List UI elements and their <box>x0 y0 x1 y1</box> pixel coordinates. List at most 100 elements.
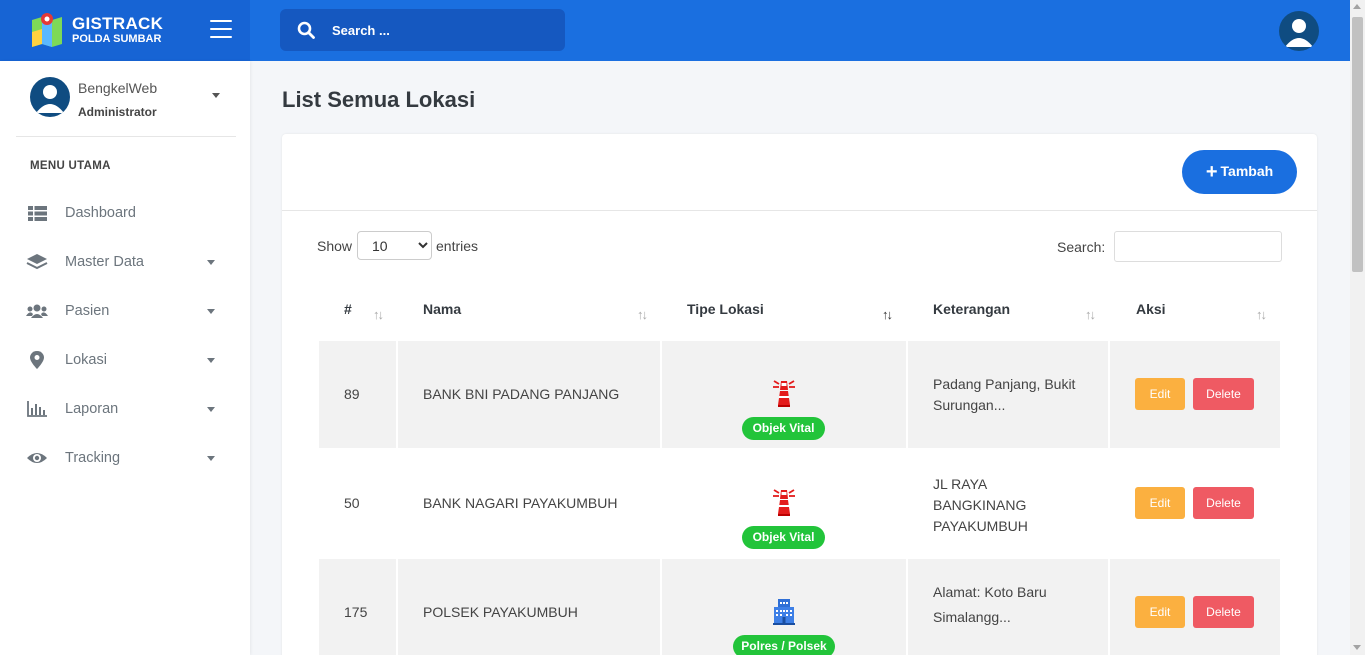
table-row: 175 POLSEK PAYAKUMBUH Polres / Polsek Al… <box>319 559 1280 655</box>
cell-nama: BANK BNI PADANG PANJANG <box>398 341 660 448</box>
user-avatar-icon <box>30 77 70 117</box>
description-line: Surungan... <box>933 397 1006 413</box>
add-button-label: Tambah <box>1220 162 1274 179</box>
description-line: PAYAKUMBUH <box>933 518 1028 534</box>
brand-title: GISTRACK <box>72 14 164 33</box>
users-icon <box>26 304 48 318</box>
card-header: + Tambah <box>282 134 1317 211</box>
column-header-keterangan[interactable]: Keterangan <box>933 301 1010 317</box>
table-search-input[interactable] <box>1114 231 1282 262</box>
sidebar-item-tracking[interactable]: Tracking <box>0 438 250 478</box>
sort-icon[interactable]: ↑↓ <box>637 307 648 322</box>
sidebar-item-label: Dashboard <box>65 205 136 221</box>
caret-down-icon <box>207 407 215 412</box>
scroll-up-icon[interactable] <box>1353 4 1361 9</box>
edit-button[interactable]: Edit <box>1135 487 1185 519</box>
sidebar-item-master-data[interactable]: Master Data <box>0 242 250 282</box>
layers-icon <box>26 254 48 270</box>
row-number: 175 <box>344 604 368 620</box>
description-line: Alamat: Koto Baru <box>933 584 1047 600</box>
scrollbar-thumb[interactable] <box>1352 17 1363 272</box>
location-type-badge: Objek Vital <box>742 417 825 440</box>
delete-button[interactable]: Delete <box>1193 596 1254 628</box>
sort-asc-icon[interactable]: ↑↓ <box>882 307 893 322</box>
top-navbar: GISTRACK POLDA SUMBAR <box>0 0 1350 61</box>
sort-icon[interactable]: ↑↓ <box>1256 307 1267 322</box>
sidebar: BengkelWeb Administrator MENU UTAMA Dash… <box>0 61 250 655</box>
caret-down-icon <box>207 456 215 461</box>
map-logo-icon <box>32 13 62 47</box>
caret-down-icon <box>207 309 215 314</box>
cell-keterangan: Padang Panjang, Bukit Surungan... <box>908 341 1108 448</box>
location-name: BANK BNI PADANG PANJANG <box>423 386 620 402</box>
table-icon <box>28 206 47 221</box>
cell-number: 50 <box>319 450 396 557</box>
cell-tipe: Objek Vital <box>662 341 906 448</box>
menu-toggle-icon[interactable] <box>210 20 232 38</box>
row-number: 89 <box>344 386 360 402</box>
add-location-button[interactable]: + Tambah <box>1182 150 1297 194</box>
column-header-number[interactable]: # <box>344 301 352 317</box>
user-panel[interactable]: BengkelWeb Administrator <box>16 61 236 137</box>
location-type-badge: Objek Vital <box>742 526 825 549</box>
cell-aksi: Edit Delete <box>1110 450 1280 557</box>
location-type-badge: Polres / Polsek <box>733 635 835 655</box>
entries-label: entries <box>436 238 479 254</box>
delete-button[interactable]: Delete <box>1193 487 1254 519</box>
row-number: 50 <box>344 495 360 511</box>
user-name: BengkelWeb <box>78 80 158 96</box>
scroll-down-icon[interactable] <box>1353 645 1361 650</box>
sidebar-item-label: Master Data <box>65 254 144 270</box>
location-name: POLSEK PAYAKUMBUH <box>423 604 578 620</box>
cell-aksi: Edit Delete <box>1110 559 1280 655</box>
sidebar-item-pasien[interactable]: Pasien <box>0 291 250 331</box>
user-role: Administrator <box>78 105 157 119</box>
cell-number: 89 <box>319 341 396 448</box>
page-size-select[interactable]: 10 <box>357 231 432 260</box>
cell-tipe: Objek Vital <box>662 450 906 557</box>
column-header-nama[interactable]: Nama <box>423 301 461 317</box>
search-bar <box>280 9 565 51</box>
sidebar-item-dashboard[interactable]: Dashboard <box>0 193 250 233</box>
sidebar-item-label: Tracking <box>65 450 121 466</box>
user-avatar-icon[interactable] <box>1279 11 1319 51</box>
column-header-tipe-lokasi[interactable]: Tipe Lokasi <box>687 301 764 317</box>
description-line: BANGKINANG <box>933 497 1027 513</box>
cell-nama: BANK NAGARI PAYAKUMBUH <box>398 450 660 557</box>
sort-icon[interactable]: ↑↓ <box>373 307 384 322</box>
cell-tipe: Polres / Polsek <box>662 559 906 655</box>
cell-keterangan: Alamat: Koto Baru Simalangg... <box>908 559 1108 655</box>
sidebar-item-label: Laporan <box>65 401 119 417</box>
table-search-label: Search: <box>1057 239 1106 255</box>
sidebar-item-laporan[interactable]: Laporan <box>0 389 250 429</box>
sidebar-item-label: Lokasi <box>65 352 107 368</box>
lighthouse-icon <box>773 380 795 407</box>
delete-button[interactable]: Delete <box>1193 378 1254 410</box>
lighthouse-icon <box>773 489 795 516</box>
brand[interactable]: GISTRACK POLDA SUMBAR <box>0 0 250 61</box>
page-title: List Semua Lokasi <box>282 87 476 112</box>
brand-subtitle: POLDA SUMBAR <box>72 33 162 45</box>
police-building-icon <box>773 599 795 625</box>
search-input[interactable] <box>332 17 552 43</box>
show-label: Show <box>317 238 353 254</box>
eye-icon <box>27 453 47 463</box>
edit-button[interactable]: Edit <box>1135 378 1185 410</box>
plus-icon: + <box>1205 160 1218 183</box>
cell-keterangan: JL RAYA BANGKINANG PAYAKUMBUH <box>908 450 1108 557</box>
map-marker-icon <box>30 351 44 369</box>
edit-button[interactable]: Edit <box>1135 596 1185 628</box>
sort-icon[interactable]: ↑↓ <box>1085 307 1096 322</box>
description-line: Padang Panjang, Bukit <box>933 376 1076 392</box>
description-line: JL RAYA <box>933 476 988 492</box>
cell-aksi: Edit Delete <box>1110 341 1280 448</box>
caret-down-icon <box>207 358 215 363</box>
column-header-aksi[interactable]: Aksi <box>1136 301 1166 317</box>
table-row: 50 BANK NAGARI PAYAKUMBUH Objek Vital JL… <box>319 450 1280 557</box>
cell-number: 175 <box>319 559 396 655</box>
caret-down-icon[interactable] <box>212 93 220 98</box>
menu-header: MENU UTAMA <box>30 160 111 172</box>
description-line: Simalangg... <box>933 609 1011 625</box>
sidebar-item-lokasi[interactable]: Lokasi <box>0 340 250 380</box>
location-list-card: + Tambah Show 10 entries Search: # ↑↓ Nam… <box>282 134 1317 655</box>
